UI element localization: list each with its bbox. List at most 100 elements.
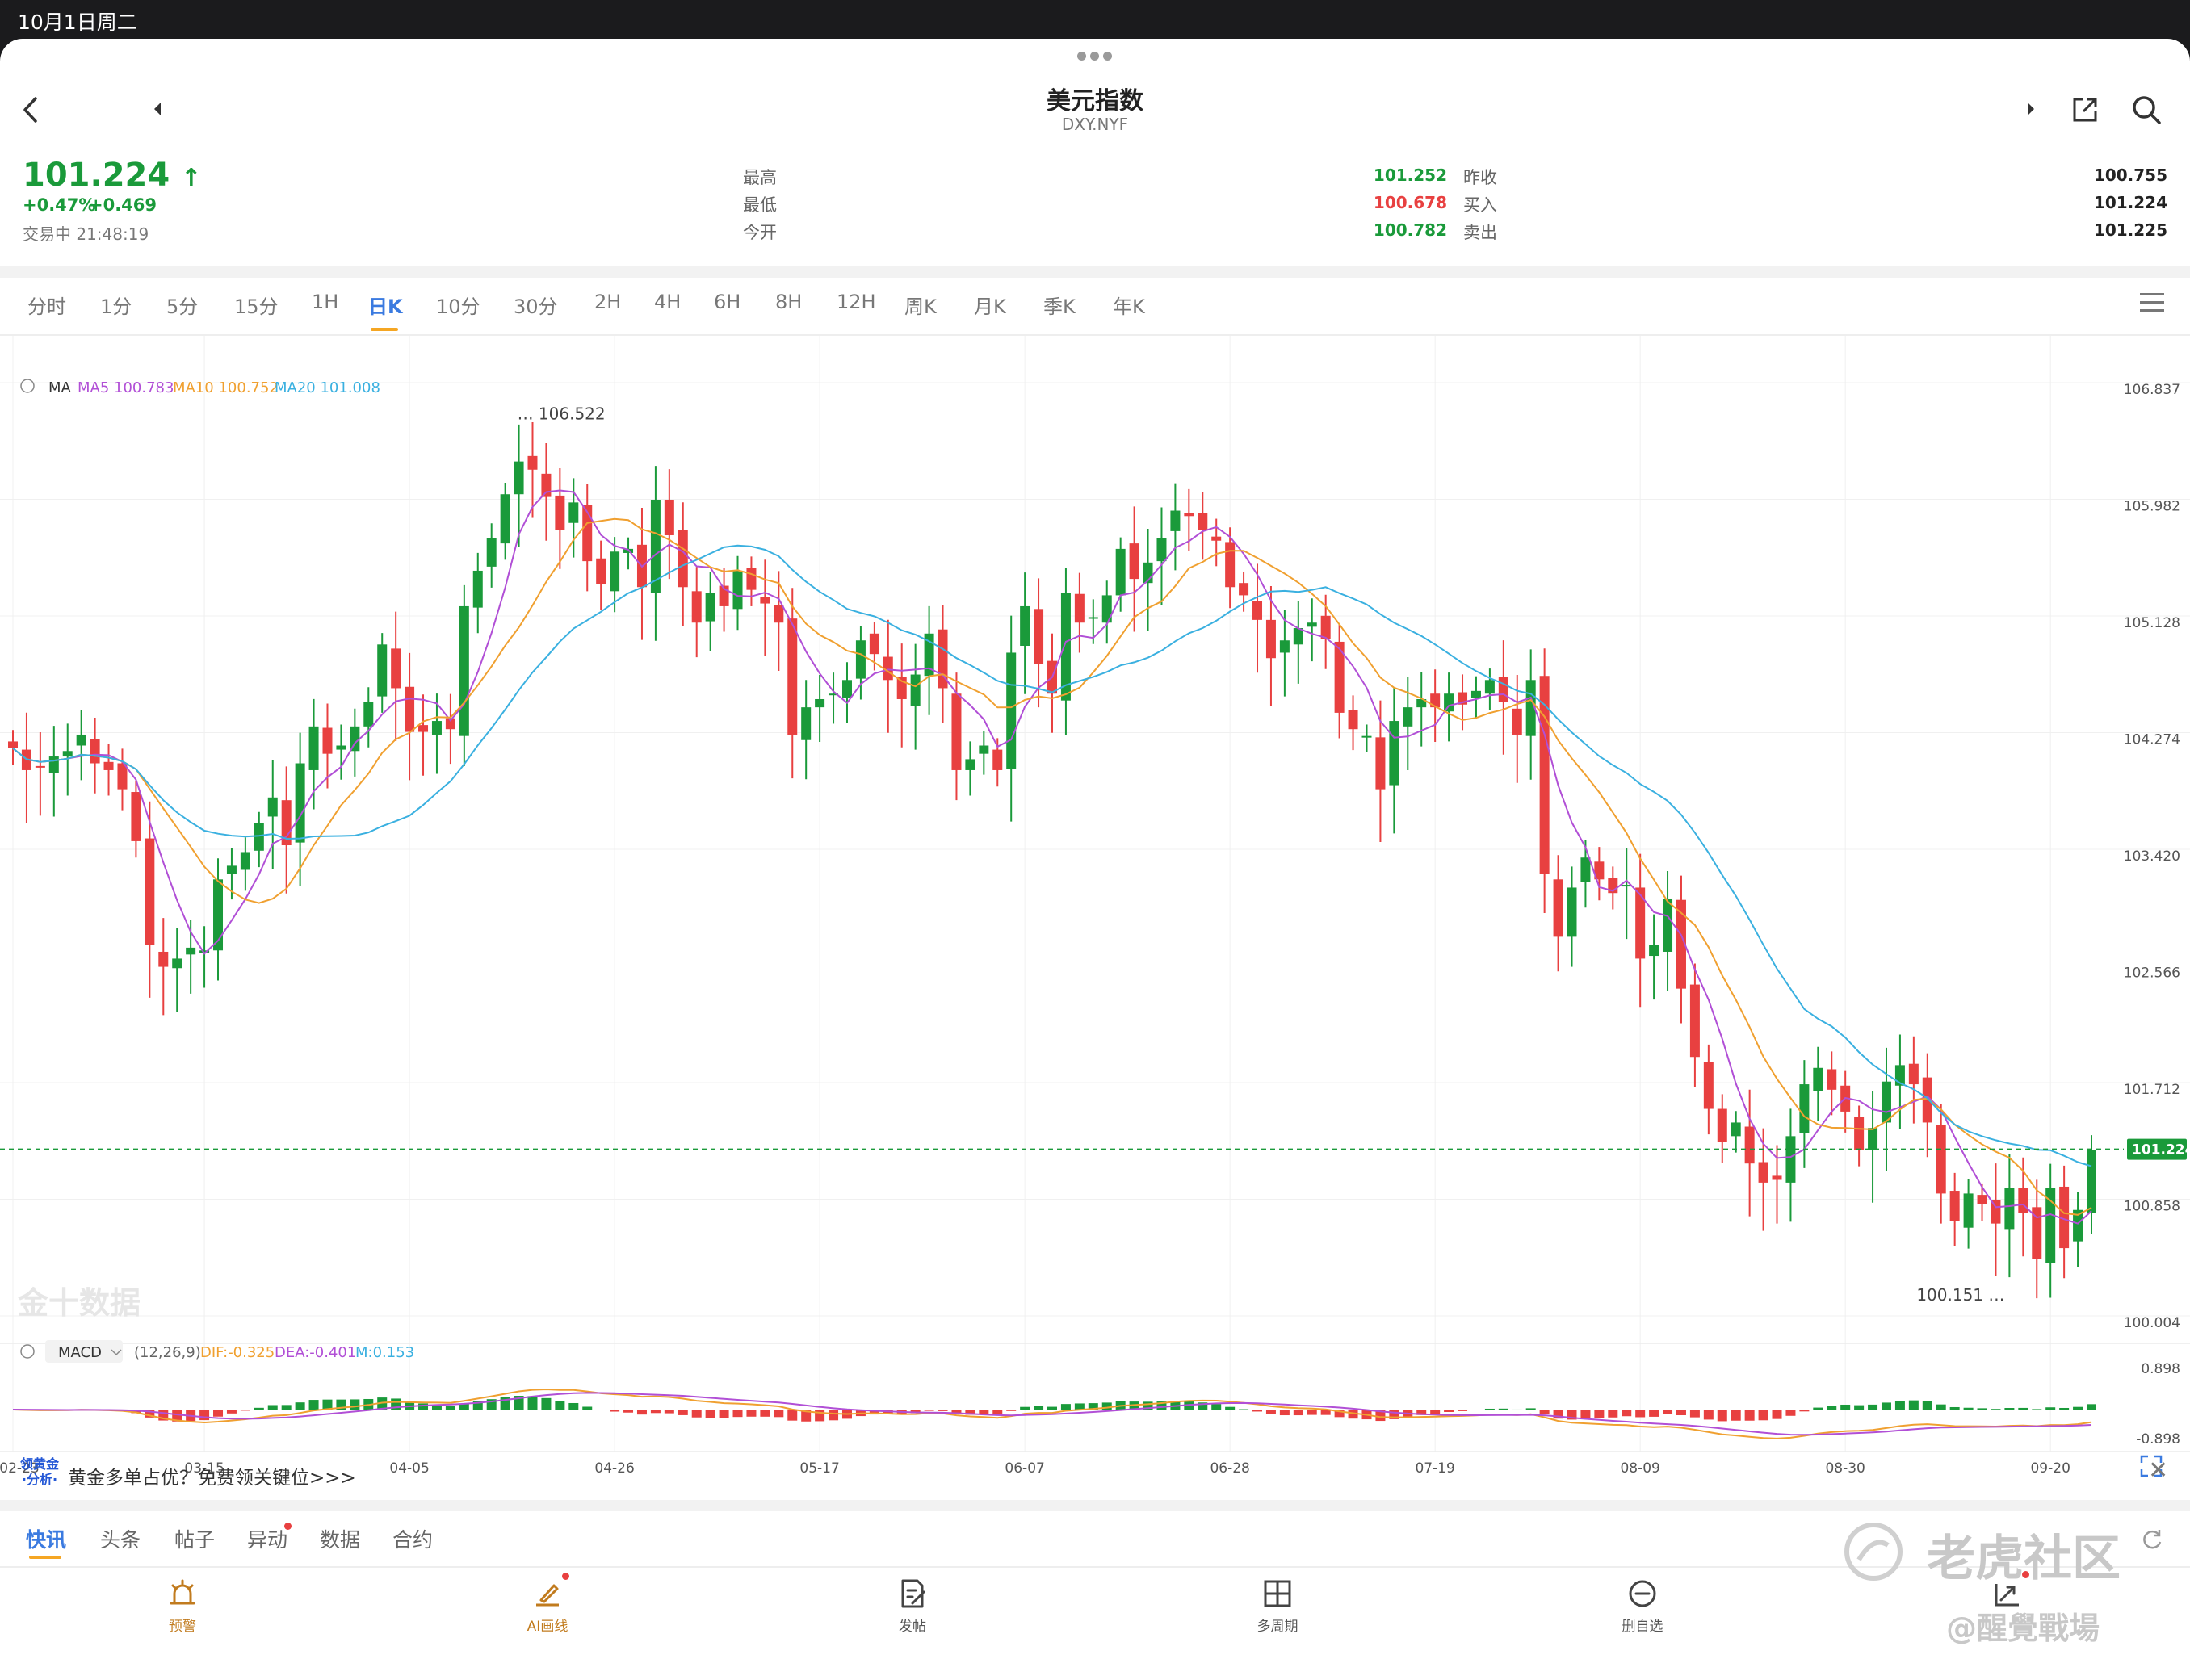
macd-bar: [1758, 1410, 1768, 1421]
candle: [1881, 1081, 1891, 1123]
candle: [1279, 640, 1290, 653]
macd-bar: [1594, 1410, 1605, 1418]
candle: [2045, 1188, 2056, 1263]
candle: [610, 551, 620, 592]
open-label: 今开: [743, 223, 777, 242]
promo-banner-text[interactable]: 黄金多单占优？免费领关键位>>>: [68, 1462, 356, 1489]
y-tick-label: 104.274: [2124, 732, 2180, 748]
candle: [596, 558, 606, 584]
max-price-label: … 106.522: [518, 404, 606, 423]
macd-legend: MACD (12,26,9) DIF:-0.325 DEA:-0.401 M:0…: [20, 1340, 414, 1363]
share-icon[interactable]: [2070, 95, 2100, 124]
macd-bar: [1635, 1410, 1646, 1418]
prev-close-label: 昨收: [1463, 168, 1497, 187]
tab-period[interactable]: 季K: [1043, 291, 1076, 319]
news-tab[interactable]: 头条: [100, 1524, 141, 1553]
post-button[interactable]: 发帖: [864, 1576, 961, 1635]
candle: [172, 958, 182, 969]
settings-icon[interactable]: [20, 379, 35, 393]
candle: [801, 707, 812, 740]
search-icon[interactable]: [2130, 94, 2163, 126]
macd-bar: [1608, 1410, 1618, 1418]
menu-icon[interactable]: [2140, 293, 2164, 312]
candle: [2018, 1188, 2028, 1213]
remove-watchlist-button[interactable]: 删自选: [1594, 1576, 1691, 1635]
macd-bar: [1894, 1401, 1905, 1410]
candle: [951, 693, 962, 770]
tab-period[interactable]: 10分: [436, 291, 480, 319]
y-tick-label: 105.128: [2124, 615, 2180, 631]
candle: [1225, 542, 1236, 588]
candle: [1170, 510, 1181, 531]
news-tab[interactable]: 异动: [247, 1524, 287, 1553]
candle: [1936, 1125, 1946, 1194]
settings-icon[interactable]: [20, 1344, 35, 1359]
tab-period[interactable]: 30分: [514, 291, 558, 319]
y-tick-label: 100.858: [2124, 1199, 2180, 1215]
multi-period-button[interactable]: 多周期: [1229, 1576, 1326, 1635]
tab-period[interactable]: 8H: [775, 291, 802, 313]
divider: [0, 1500, 2190, 1511]
tab-period[interactable]: 年K: [1113, 291, 1145, 319]
x-tick-label: 07-19: [1415, 1460, 1454, 1477]
macd-bar: [732, 1410, 743, 1418]
macd-bar: [1006, 1410, 1017, 1411]
tab-period[interactable]: 6H: [714, 291, 740, 313]
tab-period[interactable]: 5分: [166, 291, 198, 319]
tiger-logo-icon: [1844, 1523, 1903, 1581]
candle: [1512, 708, 1522, 735]
tab-period[interactable]: 2H: [594, 291, 621, 313]
tab-period[interactable]: 月K: [974, 291, 1006, 319]
tab-period[interactable]: 分时: [27, 291, 66, 319]
candle: [8, 741, 18, 748]
close-icon[interactable]: ✕: [2148, 1456, 2168, 1485]
next-symbol-icon[interactable]: [2025, 100, 2037, 118]
bid-label: 买入: [1463, 195, 1497, 215]
macd-bar: [1881, 1402, 1891, 1410]
news-tab[interactable]: 帖子: [174, 1524, 215, 1553]
candle: [1361, 735, 1372, 738]
tab-period[interactable]: 1分: [100, 291, 132, 319]
macd-bar: [1689, 1410, 1700, 1418]
macd-bar: [568, 1402, 579, 1410]
candle: [1580, 857, 1591, 882]
kline-chart[interactable]: MA MA5 100.783 MA10 100.752 MA20 101.008…: [0, 336, 2190, 1492]
macd-bar: [199, 1410, 210, 1421]
post-icon: [901, 1579, 925, 1608]
tab-period[interactable]: 4H: [654, 291, 681, 313]
candle: [240, 852, 250, 870]
macd-bar: [829, 1410, 839, 1421]
candle: [1567, 887, 1577, 937]
macd-bar: [1772, 1410, 1782, 1419]
candle: [774, 605, 784, 623]
candle: [2087, 1150, 2096, 1213]
ai-draw-button[interactable]: AI画线: [499, 1576, 596, 1635]
tab-period[interactable]: 15分: [234, 291, 279, 319]
macd-tick-label: -0.898: [2136, 1431, 2180, 1447]
tab-period[interactable]: 1H: [312, 291, 338, 313]
high-label: 最高: [743, 168, 777, 187]
macd-bar: [610, 1410, 620, 1412]
macd-bar: [1840, 1404, 1851, 1410]
macd-bar: [1539, 1410, 1550, 1414]
candle: [486, 538, 497, 567]
news-tab[interactable]: 快讯: [26, 1524, 66, 1553]
candle: [979, 745, 989, 754]
refresh-icon[interactable]: [2140, 1527, 2164, 1552]
news-tab[interactable]: 数据: [320, 1524, 360, 1553]
macd-bar: [1622, 1410, 1632, 1417]
gold-analysis-logo: 领黄金·分析·: [19, 1456, 59, 1487]
alert-button[interactable]: 预警: [134, 1576, 231, 1635]
tab-period[interactable]: 周K: [904, 291, 937, 319]
candle: [1785, 1136, 1796, 1183]
tab-period[interactable]: 12H: [837, 291, 876, 313]
macd-bar: [2073, 1406, 2083, 1410]
y-tick-label: 105.982: [2124, 499, 2180, 515]
more-dots-icon[interactable]: [1077, 52, 1113, 61]
candle: [1854, 1117, 1865, 1150]
candle: [732, 570, 743, 610]
open-value: 100.782: [1373, 220, 1447, 240]
tab-period[interactable]: 日K: [368, 291, 403, 319]
news-tab[interactable]: 合约: [392, 1524, 433, 1553]
y-tick-label: 101.712: [2124, 1082, 2180, 1098]
